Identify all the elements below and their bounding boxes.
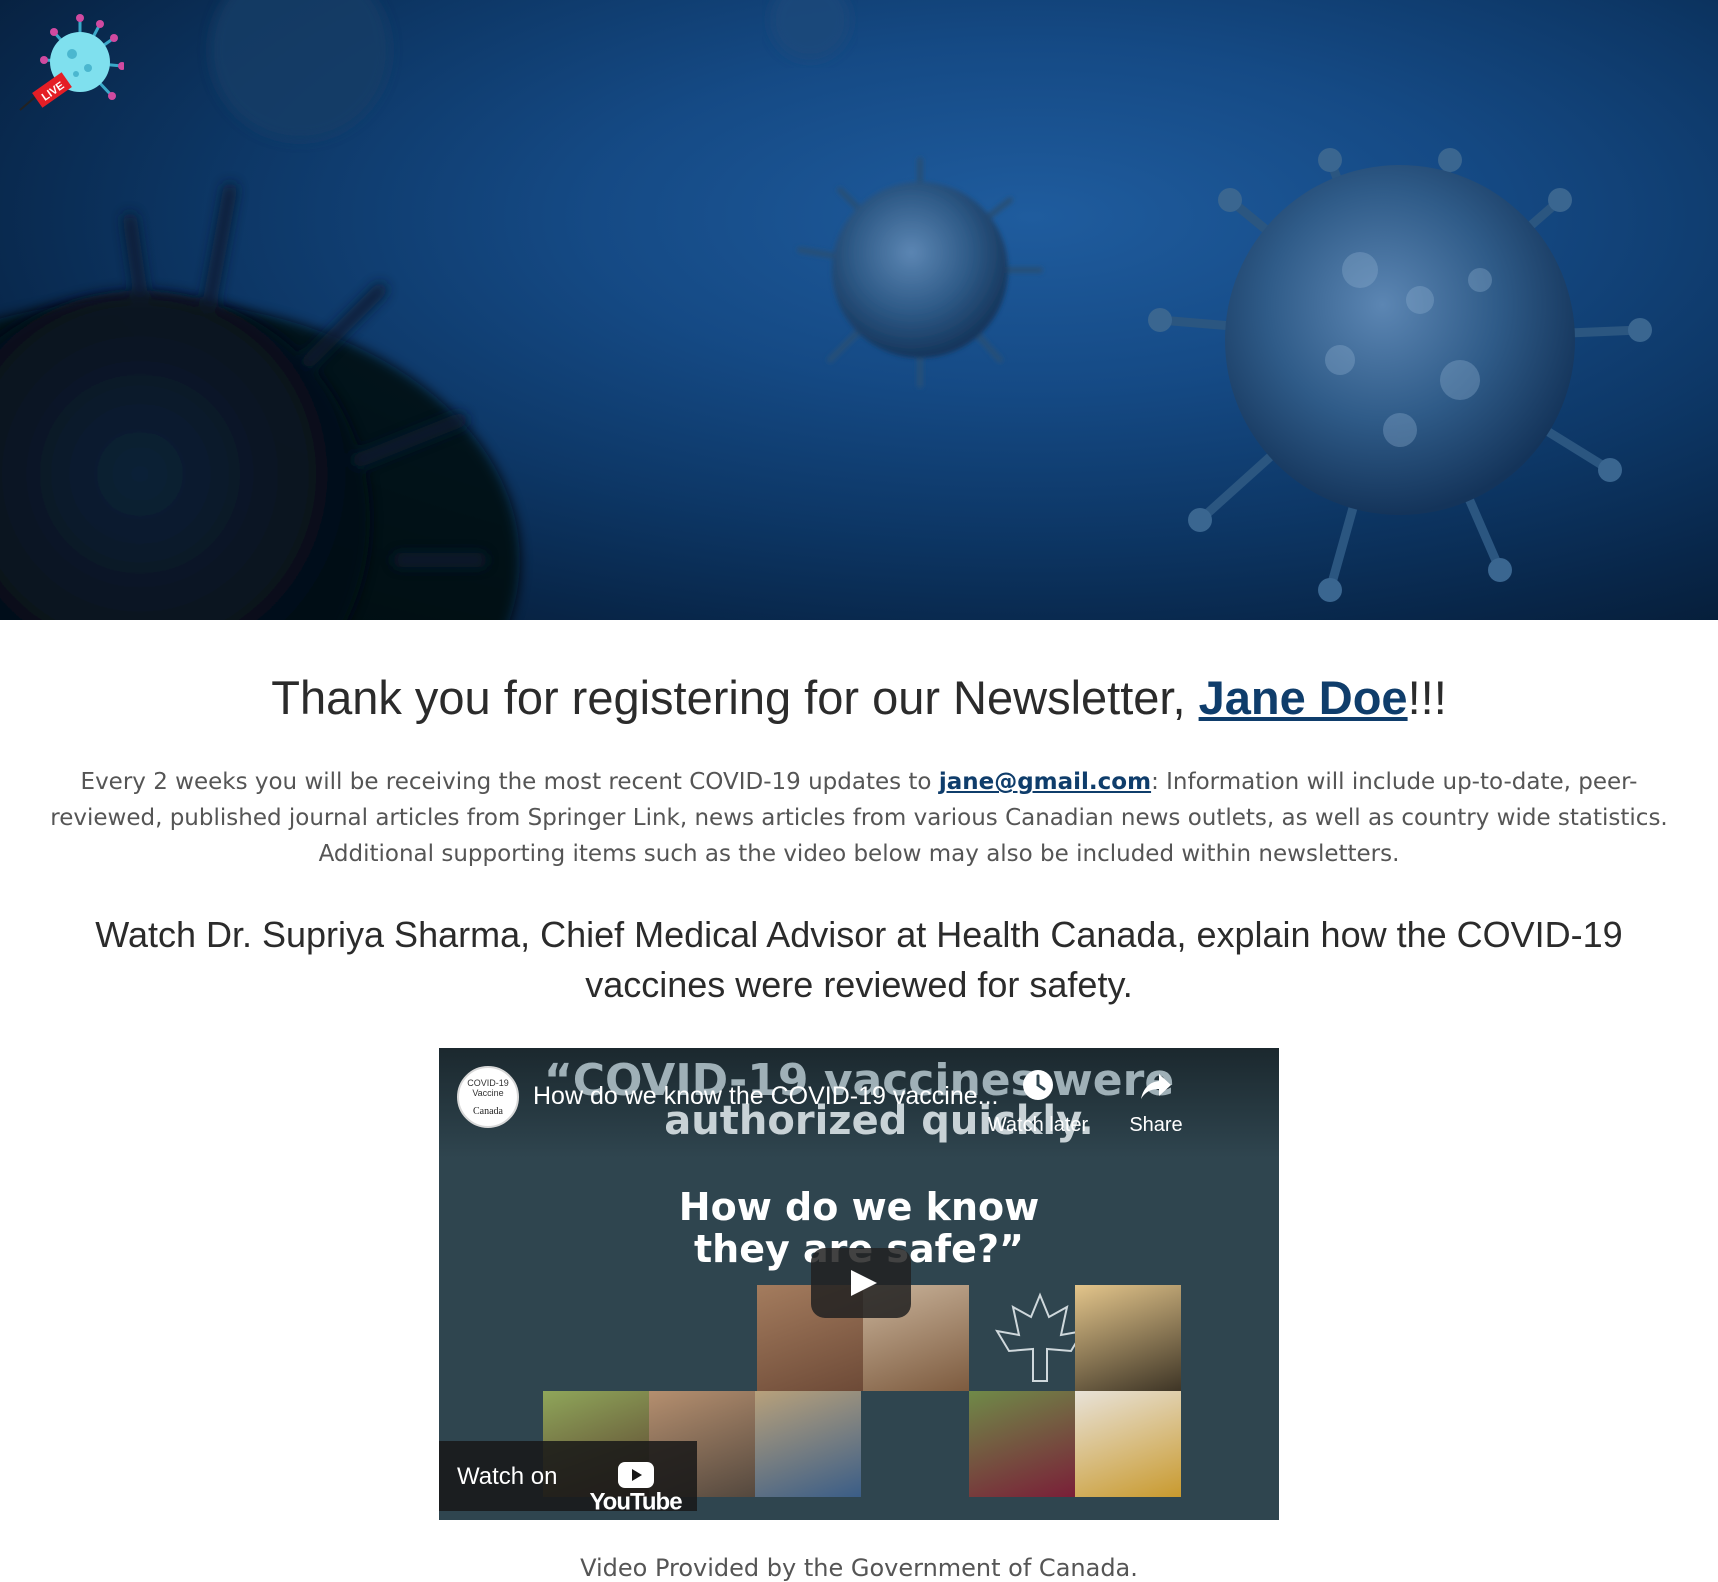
share-button[interactable]: Share — [1101, 1068, 1211, 1137]
channel-avatar[interactable]: COVID-19 Vaccine Canada — [457, 1066, 519, 1129]
page-title: Thank you for registering for our Newsle… — [0, 620, 1718, 726]
share-arrow-icon — [1141, 1074, 1171, 1100]
share-label: Share — [1129, 1114, 1183, 1137]
person-photo — [755, 1391, 861, 1498]
newsletter-description: Every 2 weeks you will be receiving the … — [34, 764, 1684, 872]
video-caption: Video Provided by the Government of Cana… — [580, 1554, 1138, 1582]
thanks-suffix: !!! — [1407, 671, 1447, 724]
user-name-link[interactable]: Jane Doe — [1199, 671, 1408, 724]
play-button[interactable] — [811, 1248, 911, 1319]
channel-avatar-top: COVID-19 Vaccine — [467, 1078, 509, 1099]
email-link[interactable]: jane@gmail.com — [939, 769, 1151, 795]
youtube-logo: YouTube — [574, 1460, 697, 1517]
youtube-label: YouTube — [589, 1489, 682, 1517]
play-icon — [851, 1270, 877, 1297]
person-photo — [1075, 1285, 1181, 1392]
watch-later-label: Watch later — [987, 1114, 1089, 1137]
coronavirus-background-image — [0, 0, 1652, 620]
clock-icon — [1023, 1070, 1053, 1101]
youtube-play-icon — [617, 1462, 654, 1489]
channel-avatar-bottom: Canada — [473, 1106, 503, 1118]
main-content: Thank you for registering for our Newsle… — [0, 620, 1718, 1582]
youtube-video-embed[interactable]: “COVID-19 vaccines were authorized quick… — [439, 1048, 1279, 1521]
video-quote-line-3: How do we know — [678, 1185, 1040, 1230]
person-photo — [1075, 1391, 1181, 1498]
video-title[interactable]: How do we know the COVID-19 vaccine... — [533, 1082, 998, 1111]
hero-banner: LIVE — [0, 0, 1718, 620]
description-prefix: Every 2 weeks you will be receiving the … — [80, 769, 939, 796]
person-photo — [969, 1391, 1075, 1498]
thanks-prefix: Thank you for registering for our Newsle… — [271, 671, 1199, 724]
watch-on-youtube-button[interactable]: Watch on YouTube — [439, 1441, 697, 1516]
watch-heading: Watch Dr. Supriya Sharma, Chief Medical … — [95, 914, 1623, 1006]
watch-later-button[interactable]: Watch later — [983, 1068, 1093, 1137]
coronavirus-live-logo-icon[interactable]: LIVE — [14, 10, 124, 114]
watch-on-label: Watch on — [457, 1463, 558, 1491]
